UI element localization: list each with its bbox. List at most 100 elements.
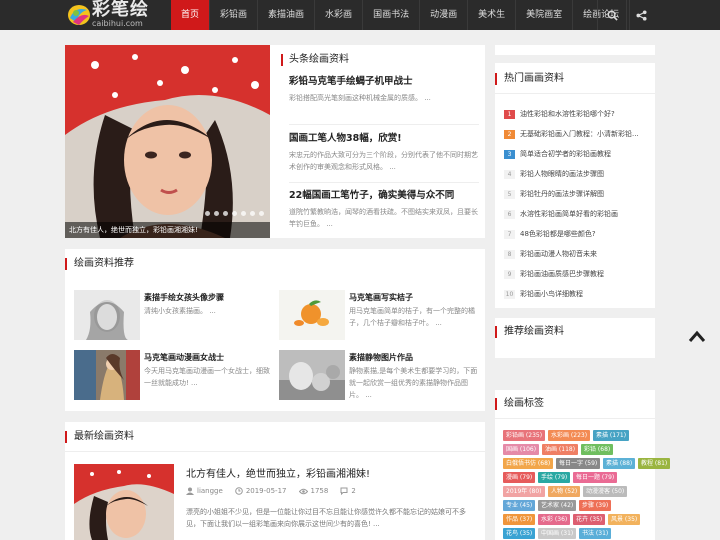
tag-item[interactable]: 每日一题 (79): [573, 472, 618, 483]
tag-item[interactable]: 艺术家 (42): [538, 500, 577, 511]
hot-item-title[interactable]: 彩铅画小鸟详细教程: [520, 289, 583, 299]
search-icon[interactable]: [597, 0, 626, 30]
headline-item-title[interactable]: 彩铅马克笔手绘蝎子机甲战士: [289, 76, 479, 88]
site-logo[interactable]: 彩笔绘 caibihui.com: [66, 1, 166, 29]
headline-section-title: 头条绘画资料: [289, 54, 349, 65]
tag-item[interactable]: 漫画 (79): [503, 472, 536, 483]
tag-item[interactable]: 白俄悟书仿 (68): [503, 458, 554, 469]
hot-item[interactable]: 1 油性彩铅和水溶性彩铅哪个好?: [504, 106, 649, 122]
slider-dots[interactable]: [205, 211, 264, 216]
nav-item[interactable]: 首页: [171, 0, 211, 30]
recommend-item-title[interactable]: 素描手绘女孩头像步骤: [144, 292, 224, 303]
tag-item[interactable]: 步骤 (39): [579, 500, 612, 511]
hot-item-title[interactable]: 彩铅画油画质感巴步骤教程: [520, 269, 604, 279]
hero-slider[interactable]: 北方有佳人，绝世而独立，彩铅画湘湘妹!: [65, 45, 270, 238]
hot-item-title[interactable]: 油性彩铅和水溶性彩铅哪个好?: [520, 109, 615, 119]
comment-count[interactable]: 2: [351, 487, 355, 495]
rank-badge: 7: [504, 229, 515, 239]
recommend-thumb[interactable]: [74, 350, 140, 400]
hot-item-title[interactable]: 水溶性彩铅画简单好看的彩铅画: [520, 209, 618, 219]
hot-item[interactable]: 8 彩铅画动漫人物初音未来: [504, 246, 649, 262]
tag-item[interactable]: 手绘 (79): [538, 472, 571, 483]
nav-item[interactable]: 彩铅画: [210, 0, 259, 30]
tag-item[interactable]: 国画 (106): [503, 444, 540, 455]
tag-item[interactable]: 每日一字 (59): [556, 458, 601, 469]
hot-item-title[interactable]: 彩铅牡丹的画法步骤详解图: [520, 189, 604, 199]
hot-item-title[interactable]: 彩铅画动漫人物初音未来: [520, 249, 597, 259]
recommend-section-title: 绘画资料推荐: [74, 258, 134, 269]
headline-item[interactable]: 彩铅马克笔手绘蝎子机甲战士 彩铅搭配高光笔刻画这种机械金属的质感。 ...: [289, 76, 479, 104]
tag-item[interactable]: 水彩 (36): [538, 514, 571, 525]
hot-item[interactable]: 6 水溶性彩铅画简单好看的彩铅画: [504, 206, 649, 222]
author-name[interactable]: liangge: [197, 487, 223, 495]
recommend-item[interactable]: 马克笔画写实桔子 用马克笔画简单的桔子，有一个完整的橘子，几个桔子瓣和桔子叶。 …: [279, 290, 479, 340]
headline-item-title[interactable]: 国画工笔人物38幅，欣赏!: [289, 133, 479, 145]
chevron-up-icon[interactable]: [688, 329, 706, 343]
nav-item[interactable]: 美术生: [468, 0, 517, 30]
hot-item[interactable]: 2 无基础彩铅画入门教程：小清新彩铅...: [504, 126, 649, 142]
headline-item[interactable]: 22幅国画工笔竹子，确实美得与众不同 道院竹繁教晌浩，闻琴的酒看扶疏。不图结实来…: [289, 190, 479, 230]
tag-item[interactable]: 油画 (118): [542, 444, 579, 455]
tag-item[interactable]: 教程 (81): [638, 458, 671, 469]
tag-item[interactable]: 彩铅画 (235): [503, 430, 546, 441]
nav-item[interactable]: 水彩画: [315, 0, 364, 30]
headline-item-title[interactable]: 22幅国画工笔竹子，确实美得与众不同: [289, 190, 479, 202]
nav-item[interactable]: 动漫画: [420, 0, 469, 30]
tag-item[interactable]: 花鸟 (35): [503, 528, 536, 539]
recommend-item[interactable]: 素描静物图片作品 静物素描,是每个美术生都要学习的，下面就一起欣赏一组优秀的素描…: [279, 350, 479, 400]
hot-item[interactable]: 10 彩铅画小鸟详细教程: [504, 286, 649, 302]
tag-item[interactable]: 花卉 (35): [573, 514, 606, 525]
logo-text: 彩笔绘: [92, 0, 149, 20]
latest-meta: liangge 2019-05-17 1758 2: [186, 487, 356, 495]
hot-item[interactable]: 4 彩铅人物眼睛的画法步骤图: [504, 166, 649, 182]
hero-image: [65, 45, 270, 238]
recommend-item-title[interactable]: 马克笔画动漫画女战士: [144, 352, 224, 363]
nav-item[interactable]: 美院画室: [516, 0, 574, 30]
divider: [495, 418, 655, 419]
tag-item[interactable]: 风景 (35): [608, 514, 641, 525]
recommend-item[interactable]: 马克笔画动漫画女战士 今天用马克笔画动漫画一个女战士，细致一丝就能成功! ...: [74, 350, 274, 400]
hot-item[interactable]: 9 彩铅画油画质感巴步骤教程: [504, 266, 649, 282]
hot-item[interactable]: 7 48色彩铅都是哪些颜色?: [504, 226, 649, 242]
hot-item-title[interactable]: 48色彩铅都是哪些颜色?: [520, 229, 596, 239]
tag-item[interactable]: 水彩画 (223): [548, 430, 591, 441]
recommend-thumb[interactable]: [279, 290, 345, 340]
share-icon[interactable]: [626, 0, 655, 30]
tag-item[interactable]: 专业 (45): [503, 500, 536, 511]
date-meta: 2019-05-17: [235, 487, 287, 495]
tag-item[interactable]: 人物 (52): [548, 486, 581, 497]
recommend-thumb[interactable]: [74, 290, 140, 340]
recommend-item-title[interactable]: 马克笔画写实桔子: [349, 292, 413, 303]
rank-badge: 1: [504, 109, 515, 119]
hot-item[interactable]: 3 简单适合初学者的彩铅画教程: [504, 146, 649, 162]
nav-item[interactable]: 国画书法: [363, 0, 421, 30]
divider: [495, 93, 655, 94]
tag-item[interactable]: 中国画 (31): [538, 528, 577, 539]
tag-item[interactable]: 彩铅 (68): [581, 444, 614, 455]
rank-badge: 8: [504, 249, 515, 259]
tag-item[interactable]: 素描 (88): [603, 458, 636, 469]
recommend-item-desc: 静物素描,是每个美术生都要学习的，下面就一起欣赏一组优秀的素描静物作品图片。 .…: [349, 367, 478, 399]
rank-badge: 9: [504, 269, 515, 279]
hot-item-title[interactable]: 无基础彩铅画入门教程：小清新彩铅...: [520, 129, 639, 139]
recommend-item-title[interactable]: 素描静物图片作品: [349, 352, 413, 363]
tag-item[interactable]: 动漫漫客 (50): [583, 486, 628, 497]
hot-item[interactable]: 5 彩铅牡丹的画法步骤详解图: [504, 186, 649, 202]
comment-icon: [340, 487, 348, 495]
section-marker: [495, 326, 497, 338]
tag-item[interactable]: 书法 (31): [579, 528, 612, 539]
recommend-thumb[interactable]: [279, 350, 345, 400]
hot-item-title[interactable]: 简单适合初学者的彩铅画教程: [520, 149, 611, 159]
latest-item-title[interactable]: 北方有佳人，绝世而独立，彩铅画湘湘妹!: [186, 465, 370, 480]
recommend-item[interactable]: 素描手绘女孩头像步骤 清纯小女孩素描画。 ...: [74, 290, 274, 340]
hero-caption[interactable]: 北方有佳人，绝世而独立，彩铅画湘湘妹!: [65, 222, 270, 238]
headline-item[interactable]: 国画工笔人物38幅，欣赏! 宋忠元的作品大致可分为三个阶段，分别代表了他不同时期…: [289, 133, 479, 173]
nav-item[interactable]: 素描油画: [258, 0, 316, 30]
tag-item[interactable]: 2019年 (80): [503, 486, 545, 497]
author-meta: liangge: [186, 487, 223, 495]
tag-item[interactable]: 作品 (37): [503, 514, 536, 525]
hot-item-title[interactable]: 彩铅人物眼睛的画法步骤图: [520, 169, 604, 179]
latest-thumb[interactable]: [74, 464, 174, 540]
tag-item[interactable]: 素描 (171): [593, 430, 630, 441]
rank-badge: 4: [504, 169, 515, 179]
